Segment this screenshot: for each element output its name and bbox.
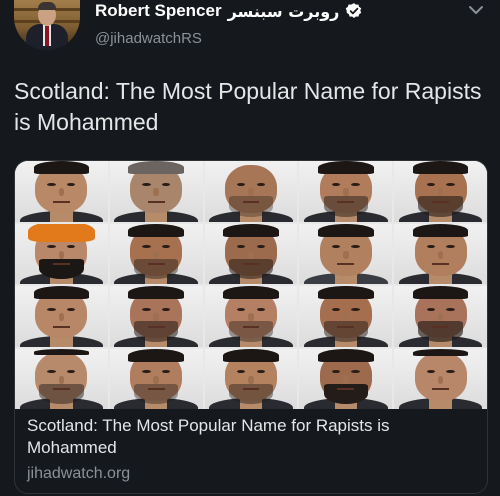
chevron-down-icon[interactable]	[466, 2, 486, 18]
link-card-body[interactable]: Scotland: The Most Popular Name for Rapi…	[27, 415, 475, 483]
mugshot-image	[15, 223, 108, 284]
author-name-row[interactable]: Robert Spencer روبرت سبنسر	[95, 0, 363, 22]
mugshot-image	[109, 286, 203, 347]
mugshot-image	[204, 286, 298, 347]
mugshot-image	[394, 223, 487, 284]
mugshot-image	[109, 348, 203, 409]
mugshot-image	[204, 223, 298, 284]
mugshot-image	[204, 348, 298, 409]
avatar[interactable]	[14, 0, 80, 50]
mugshot-image	[394, 348, 487, 409]
mugshot-image	[299, 348, 393, 409]
author-handle[interactable]: @jihadwatchRS	[95, 30, 202, 47]
mugshot-image	[15, 348, 108, 409]
mugshot-image	[15, 161, 108, 222]
tweet[interactable]: Robert Spencer روبرت سبنسر @jihadwatchRS…	[0, 0, 500, 496]
link-card-image[interactable]	[15, 161, 487, 409]
mugshot-image	[15, 286, 108, 347]
tweet-text: Scotland: The Most Popular Name for Rapi…	[14, 78, 482, 135]
mugshot-image	[109, 223, 203, 284]
mugshot-image	[299, 161, 393, 222]
mugshot-image	[394, 161, 487, 222]
mugshot-image	[394, 286, 487, 347]
display-name[interactable]: Robert Spencer	[95, 1, 222, 21]
mugshot-image	[299, 286, 393, 347]
link-card-domain[interactable]: jihadwatch.org	[27, 465, 475, 483]
mugshot-image	[109, 161, 203, 222]
link-card-title[interactable]: Scotland: The Most Popular Name for Rapi…	[27, 415, 475, 459]
link-card[interactable]: Scotland: The Most Popular Name for Rapi…	[14, 160, 488, 494]
mugshot-image	[299, 223, 393, 284]
verified-badge-icon	[346, 3, 362, 18]
display-name-arabic[interactable]: روبرت سبنسر	[228, 2, 340, 21]
mugshot-image	[204, 161, 298, 222]
